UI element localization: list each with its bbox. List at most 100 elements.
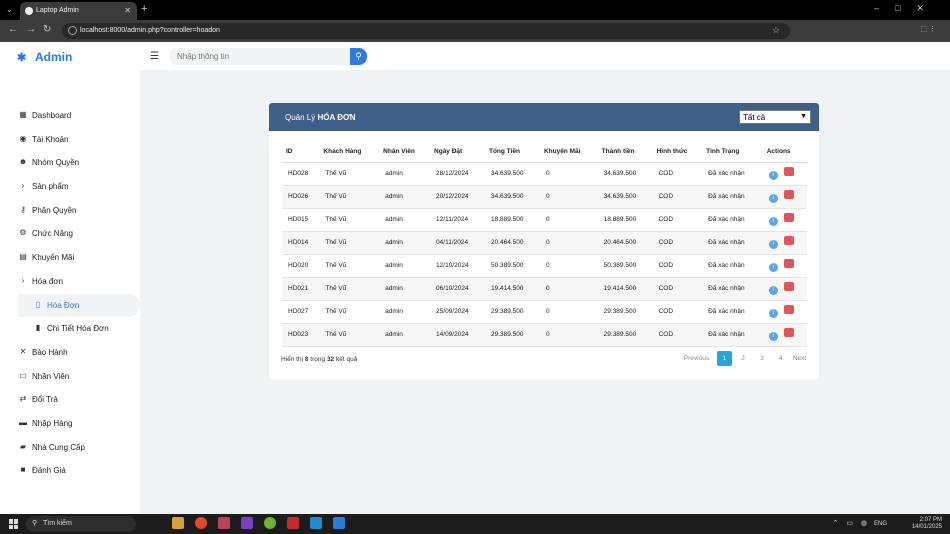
- gears-icon: ⚙: [19, 228, 27, 238]
- pagination-next[interactable]: Next: [792, 351, 807, 366]
- table-cell: Thế Vũ: [319, 185, 380, 209]
- close-tab-icon[interactable]: ✕: [124, 6, 131, 15]
- pagination-page-4[interactable]: 4: [773, 351, 788, 366]
- table-cell: HD027: [282, 300, 320, 324]
- clock[interactable]: 2:07 PM 14/01/2025: [912, 517, 942, 531]
- sidebar-item-products[interactable]: › Sản phẩm: [0, 175, 140, 199]
- visual-studio-icon[interactable]: [240, 517, 253, 529]
- table-row: HD028 Thế Vũ admin 28/12/2024 34.639.500 0 34.…: [282, 162, 807, 186]
- app-icon[interactable]: [263, 517, 276, 529]
- sidebar-item-invoice-details[interactable]: ▮ Chi Tiết Hóa Đơn: [0, 317, 140, 341]
- column-header: Hình thức: [652, 141, 703, 163]
- pagination-page-3[interactable]: 3: [754, 351, 769, 366]
- table-cell: admin: [379, 254, 431, 278]
- table-cell: 20.464.500: [484, 231, 540, 255]
- sidebar-item-invoices[interactable]: ▯ Hóa Đơn: [18, 293, 140, 318]
- window-controls[interactable]: –□✕: [874, 3, 940, 14]
- search-input[interactable]: [170, 48, 352, 65]
- sidebar-item-functions[interactable]: ⚙ Chức Năng: [0, 222, 140, 246]
- table-cell: Thế Vũ: [319, 277, 380, 301]
- sidebar-item-label: Đánh Giá: [32, 466, 66, 476]
- site-info-icon[interactable]: [68, 26, 77, 35]
- app-icon[interactable]: [217, 517, 230, 529]
- table-row: HD026 Thế Vũ admin 20/12/2024 34.639.500 0 34.…: [282, 185, 807, 209]
- sidebar-item-groups[interactable]: ☻ Nhóm Quyền: [0, 151, 140, 175]
- info-icon[interactable]: i: [768, 217, 778, 226]
- language-indicator[interactable]: ENG: [874, 521, 887, 527]
- sidebar-item-employees[interactable]: ▭ Nhân Viên: [0, 365, 140, 389]
- sidebar-item-invoices-group[interactable]: › Hóa đơn: [0, 270, 140, 294]
- info-icon[interactable]: i: [768, 263, 778, 272]
- app-icon[interactable]: [309, 517, 322, 529]
- vscode-icon[interactable]: [332, 517, 345, 529]
- info-icon[interactable]: i: [768, 194, 778, 203]
- table-cell: 14/09/2024: [430, 323, 485, 347]
- sidebar-item-warranty[interactable]: ✕ Bảo Hành: [0, 341, 140, 365]
- delete-icon[interactable]: [783, 167, 794, 176]
- back-icon[interactable]: ←: [8, 24, 18, 35]
- sidebar-item-label: Nhập Hàng: [32, 418, 73, 428]
- sidebar-item-returns[interactable]: ⇄ Đổi Trả: [0, 388, 140, 412]
- brand-logo-icon: ✱: [17, 52, 27, 64]
- windows-start-icon[interactable]: [9, 519, 19, 529]
- sidebar-item-accounts[interactable]: ◉ Tài Khoản: [0, 128, 140, 152]
- info-icon[interactable]: i: [768, 309, 778, 318]
- status-filter-value: Tất cả: [743, 113, 766, 122]
- tab-search-icon[interactable]: ⌄: [6, 5, 16, 15]
- column-header: Khách Hàng: [319, 141, 380, 163]
- table-cell: 0: [539, 300, 598, 324]
- pagination-page-1[interactable]: 1: [716, 351, 732, 366]
- sidebar-item-dashboard[interactable]: ▦ Dashboard: [0, 104, 140, 128]
- sidebar-item-suppliers[interactable]: ▰ Nhà Cung Cấp: [0, 436, 140, 460]
- column-header: Tình Trạng: [702, 141, 763, 163]
- delete-icon[interactable]: [783, 259, 794, 268]
- delete-icon[interactable]: [783, 328, 794, 337]
- address-bar[interactable]: localhost:8000/admin.php?controller=hoad…: [62, 23, 790, 39]
- new-tab-button[interactable]: +: [141, 3, 147, 15]
- forward-icon[interactable]: →: [26, 24, 36, 35]
- search-icon: ⚲: [32, 520, 38, 527]
- extensions-area[interactable]: ⬚ ⋮: [846, 25, 936, 36]
- brand[interactable]: ✱ Admin: [17, 50, 72, 64]
- info-icon[interactable]: i: [768, 171, 778, 180]
- table-cell: 50.389.500: [597, 254, 653, 278]
- info-icon[interactable]: i: [768, 240, 778, 249]
- column-header: Nhân Viên: [379, 141, 431, 163]
- chrome-icon[interactable]: [194, 517, 207, 529]
- file-icon: ▯: [35, 299, 41, 309]
- sidebar-item-permissions[interactable]: ⚷ Phân Quyền: [0, 199, 140, 223]
- card-header: Quản Lý HÓA ĐƠN Tất cả ▼: [269, 103, 819, 131]
- table-row: HD014 Thế Vũ admin 04/11/2024 20.464.500 0 20.…: [282, 231, 807, 255]
- summary-mid: trong: [310, 356, 326, 363]
- sidebar-item-label: Chức Năng: [32, 229, 73, 239]
- menu-toggle-icon[interactable]: ☰: [150, 51, 159, 62]
- delete-icon[interactable]: [783, 213, 794, 222]
- sidebar-item-promotions[interactable]: ▤ Khuyến Mãi: [0, 246, 140, 270]
- file-explorer-icon[interactable]: [172, 517, 184, 529]
- taskbar-search[interactable]: ⚲ Tìm kiếm: [26, 516, 136, 532]
- reload-icon[interactable]: ↻: [43, 24, 51, 35]
- search-button[interactable]: ⚲: [350, 48, 367, 65]
- app-icon[interactable]: [286, 517, 299, 529]
- table-cell: COD: [652, 208, 703, 232]
- delete-icon[interactable]: [783, 305, 794, 314]
- table-cell: 0: [539, 254, 598, 278]
- sidebar-item-imports[interactable]: ▬ Nhập Hàng: [0, 412, 140, 436]
- delete-icon[interactable]: [783, 282, 794, 291]
- url-text: localhost:8000/admin.php?controller=hoad…: [80, 27, 220, 34]
- sidebar-item-reviews[interactable]: ■ Đánh Giá: [0, 459, 140, 483]
- browser-tab[interactable]: Laptop Admin ✕: [20, 2, 137, 20]
- pagination-page-2[interactable]: 2: [736, 351, 751, 366]
- delete-icon[interactable]: [783, 236, 794, 245]
- table-row: HD015 Thế Vũ admin 12/11/2024 18.889.500 0 18.…: [282, 208, 807, 232]
- chevron-down-icon: ▼: [800, 113, 807, 120]
- pagination-previous[interactable]: Previous: [680, 351, 713, 366]
- actions-cell: i: [762, 254, 807, 278]
- info-icon[interactable]: i: [768, 332, 778, 341]
- info-icon[interactable]: i: [768, 286, 778, 295]
- tray-icons[interactable]: ⌃ ▭ ◍: [833, 519, 870, 527]
- bookmark-star-icon[interactable]: ☆: [772, 25, 780, 36]
- delete-icon[interactable]: [783, 190, 794, 199]
- chevron-right-icon: ›: [21, 275, 25, 285]
- status-filter-select[interactable]: Tất cả ▼: [739, 110, 811, 124]
